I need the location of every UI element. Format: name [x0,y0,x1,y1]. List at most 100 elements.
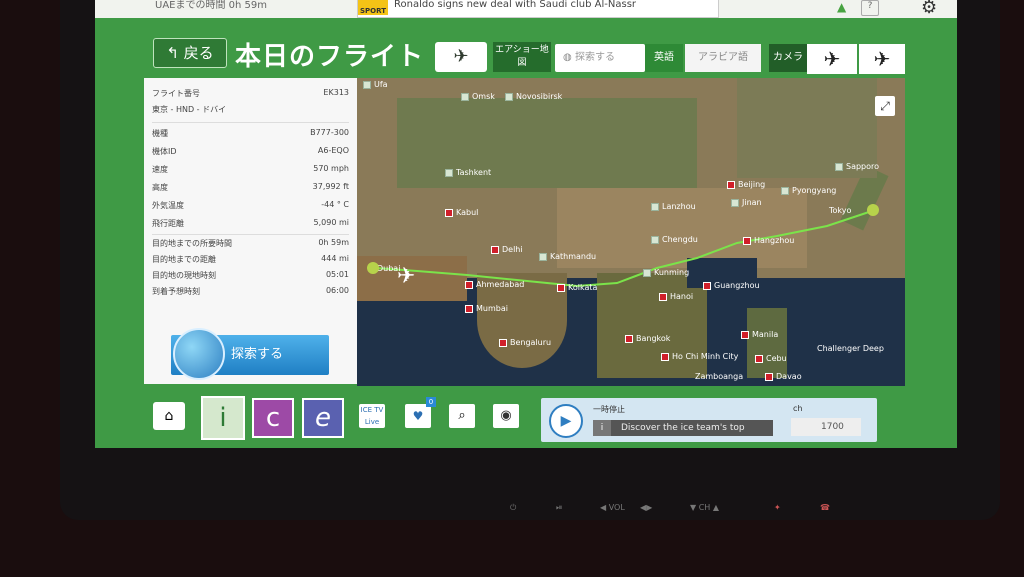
explore-button[interactable]: ◍ 探索する [555,44,645,72]
city-label: Manila [741,330,778,339]
record-button[interactable]: ◉ [493,404,519,428]
program-text: UAEまでの時間 0h 59m [155,0,268,11]
info-row: 飛行距離 5,090 mi [152,218,349,228]
channel-label: ch [793,404,803,413]
media-button[interactable]: ⏯ [556,503,562,513]
city-label: Beijing [727,180,765,189]
back-button[interactable]: ↰ 戻る [153,38,227,68]
info-row: 外気温度 -44 ° C [152,200,349,210]
ice-tv-button[interactable]: ICE TV Live [359,404,385,428]
news-ticker[interactable]: SPORT Ronaldo signs new deal with Saudi … [357,0,719,18]
info-row: 目的地の現地時刻 05:01 [152,270,349,280]
volume-down-button[interactable]: ◀ VOL [600,503,625,512]
header: ↰ 戻る 本日のフライト ✈ エアショー地図 ◍ 探索する 英語 アラビア語 カメ… [95,30,957,76]
city-label: Kunming [643,268,689,277]
help-icon[interactable]: ? [861,0,879,16]
info-row: 機体ID A6-EQO [152,146,349,156]
entertainment-button[interactable]: e [302,398,344,438]
play-icon: ▶ [560,413,572,429]
heart-icon: ♥ [412,409,424,423]
city-label: Tokyo [829,206,852,215]
origin-marker [367,262,379,274]
flight-map[interactable]: Ufa Omsk Novosibirsk Tashkent Kabul Delh… [357,78,905,386]
explore-label: 探索する [575,52,615,63]
record-icon: ◉ [500,408,512,423]
news-text: Ronaldo signs new deal with Saudi club A… [394,0,637,10]
plane-icon: ✈ [453,46,469,67]
city-label: Sapporo [835,162,879,171]
aircraft-icon: ✈ [397,264,416,289]
ife-screen: UAEまでの時間 0h 59m SPORT Ronaldo signs new … [95,0,957,448]
media-player: ▶ 一時停止 i Discover the ice team's top ch 1… [541,398,877,442]
news-tag: SPORT [358,0,388,15]
city-label: Jinan [731,198,762,207]
info-row: 速度 570 mph [152,164,349,174]
city-label: Mumbai [465,304,508,313]
favorites-count-badge: 0 [426,397,436,407]
fullscreen-icon[interactable]: ⤢ [875,96,895,116]
volume-up-button[interactable]: ◀▶ [640,503,652,512]
city-label: Zamboanga [695,372,744,381]
channel-button[interactable]: ▼ CH ▲ [690,503,719,512]
city-label: Davao [765,372,802,381]
camera-front-button[interactable]: ✈ [807,44,857,74]
flight-info-panel: フライト番号 EK313 東京 - HND - ドバイ 機種 B777-300 機体… [144,78,357,384]
city-label: Delhi [491,245,523,254]
city-label: Hangzhou [743,236,794,245]
search-button[interactable]: ⌕ [449,404,475,428]
english-toggle[interactable]: 英語 [645,44,683,72]
info-row: フライト番号 EK313 [152,88,349,98]
destination-marker [867,204,879,216]
info-row: 機種 B777-300 [152,128,349,138]
city-label: Tashkent [445,168,491,177]
camera-label: カメラ [769,44,807,72]
explore-map-label: 探索する [231,347,284,362]
now-playing[interactable]: i Discover the ice team's top [593,420,773,436]
city-label: Lanzhou [651,202,696,211]
power-button[interactable]: ⏻ [510,503,516,513]
favorites-button[interactable]: ♥ [405,404,431,428]
gear-icon[interactable]: ⚙ [921,0,937,18]
wifi-icon: ▲ [837,0,847,14]
arabic-toggle[interactable]: アラビア語 [685,44,761,72]
city-label: Kolkata [557,283,597,292]
back-label: 戻る [183,44,214,62]
channel-number-field[interactable]: 1700 [791,418,861,436]
globe-icon [173,328,225,380]
play-button[interactable]: ▶ [549,404,583,438]
light-button[interactable]: ✦ [774,503,781,512]
info-row: 目的地までの所要時間 0h 59m [152,238,349,248]
city-label: Cebu [755,354,787,363]
info-row: 到着予想時刻 06:00 [152,286,349,296]
call-button[interactable]: ☎ [820,503,830,512]
communication-button[interactable]: c [252,398,294,438]
player-status: 一時停止 [593,405,625,414]
divider [152,122,349,123]
city-label: Bengaluru [499,338,551,347]
city-label: Guangzhou [703,281,760,290]
info-row: 高度 37,992 ft [152,182,349,192]
info-button[interactable]: i [201,396,245,440]
airshow-map-button[interactable]: エアショー地図 [493,42,551,72]
city-label: Challenger Deep [817,344,884,353]
city-label: Ho Chi Minh City [661,352,738,361]
top-status-bar: UAEまでの時間 0h 59m SPORT Ronaldo signs new … [95,0,957,18]
globe-icon: ◍ [563,52,572,63]
city-label: Ufa [363,80,388,89]
home-button[interactable]: ⌂ [153,402,185,430]
info-row: 東京 - HND - ドバイ [152,105,227,114]
city-label: Ahmedabad [465,280,524,289]
divider [152,234,349,235]
plane-icon: ✈ [873,47,891,71]
info-row: 目的地までの距離 444 mi [152,254,349,264]
page-title: 本日のフライト [235,42,425,72]
city-label: Kathmandu [539,252,596,261]
info-icon: i [593,420,611,436]
city-label: Pyongyang [781,186,836,195]
plane-view-button[interactable]: ✈ [435,42,487,72]
home-icon: ⌂ [164,408,174,424]
camera-down-button[interactable]: ✈ [859,44,905,74]
bottom-bar: ⌂ i c e ICE TV Live ♥ 0 ⌕ ◉ ▶ 一時停止 i Disc… [95,396,957,446]
city-label: Kabul [445,208,478,217]
city-label: Chengdu [651,235,698,244]
